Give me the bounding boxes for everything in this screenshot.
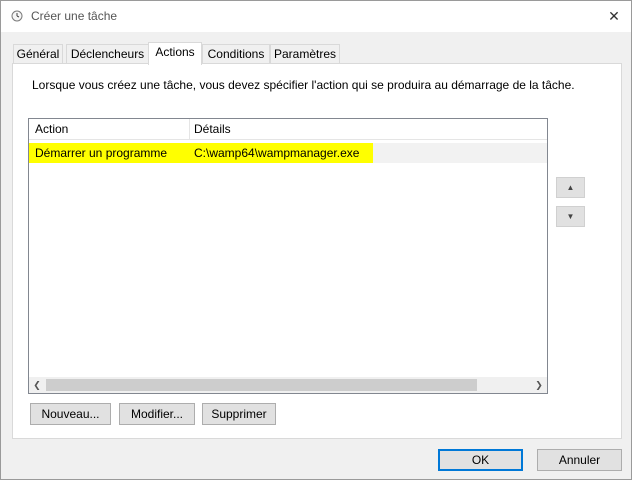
tab-settings[interactable]: Paramètres <box>270 44 340 64</box>
delete-action-button[interactable]: Supprimer <box>202 403 276 425</box>
tab-actions[interactable]: Actions <box>148 42 202 65</box>
arrow-up-icon: ▲ <box>566 183 575 192</box>
dialog-window: Créer une tâche ✕ Général Déclencheurs A… <box>0 0 632 480</box>
scroll-left-button[interactable]: ❮ <box>29 377 45 393</box>
move-up-button[interactable]: ▲ <box>556 177 585 198</box>
horizontal-scrollbar[interactable]: ❮ ❯ <box>29 377 547 393</box>
table-row[interactable]: Démarrer un programme C:\wamp64\wampmana… <box>29 143 547 163</box>
intro-text: Lorsque vous créez une tâche, vous devez… <box>32 78 575 92</box>
edit-action-button[interactable]: Modifier... <box>119 403 195 425</box>
clock-icon <box>11 10 23 22</box>
column-header-action[interactable]: Action <box>35 122 68 136</box>
actions-list[interactable]: Action Détails Démarrer un programme C:\… <box>28 118 548 394</box>
cell-action: Démarrer un programme <box>35 146 168 160</box>
move-down-button[interactable]: ▼ <box>556 206 585 227</box>
title-bar[interactable]: Créer une tâche ✕ <box>1 1 631 32</box>
actions-panel: Lorsque vous créez une tâche, vous devez… <box>12 63 622 439</box>
column-separator[interactable] <box>189 119 190 139</box>
scroll-right-button[interactable]: ❯ <box>531 377 547 393</box>
list-header: Action Détails <box>29 119 547 140</box>
arrow-down-icon: ▼ <box>566 212 575 221</box>
tab-conditions[interactable]: Conditions <box>202 44 270 64</box>
cell-details: C:\wamp64\wampmanager.exe <box>194 146 360 160</box>
scroll-thumb[interactable] <box>46 379 477 391</box>
tab-triggers[interactable]: Déclencheurs <box>66 44 149 64</box>
chevron-right-icon: ❯ <box>535 380 543 390</box>
close-button[interactable]: ✕ <box>603 5 625 27</box>
close-icon: ✕ <box>608 8 620 24</box>
window-title: Créer une tâche <box>31 9 118 23</box>
new-action-button[interactable]: Nouveau... <box>30 403 111 425</box>
ok-button[interactable]: OK <box>438 449 523 471</box>
tab-general[interactable]: Général <box>13 44 63 64</box>
cancel-button[interactable]: Annuler <box>537 449 622 471</box>
chevron-left-icon: ❮ <box>33 380 41 390</box>
column-header-details[interactable]: Détails <box>194 122 231 136</box>
